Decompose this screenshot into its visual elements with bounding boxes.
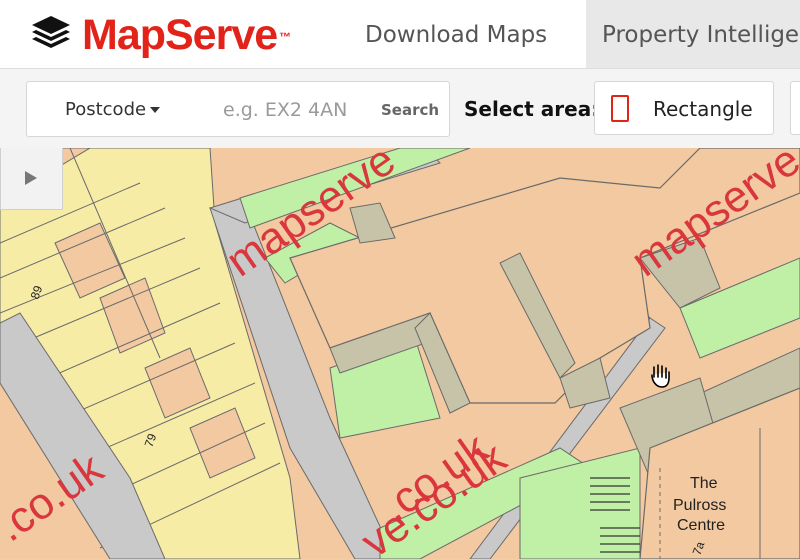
- nav-download-maps[interactable]: Download Maps: [365, 0, 547, 68]
- next-area-tool-button[interactable]: [790, 81, 800, 135]
- building-label-pulross: Pulross: [673, 497, 726, 514]
- select-area-label: Select area:: [464, 97, 600, 121]
- brand-name: MapServe: [82, 10, 278, 59]
- rectangle-tool-button[interactable]: Rectangle: [594, 81, 774, 135]
- map-toolbar: Postcode Search Select area: Rectangle: [0, 68, 800, 148]
- caret-down-icon: [150, 107, 161, 113]
- search-button[interactable]: Search: [377, 94, 443, 126]
- building-label-the: The: [690, 475, 718, 492]
- header: MapServe ™ Download Maps Property Intell…: [0, 0, 800, 68]
- search-type-label: Postcode: [65, 99, 147, 120]
- map-canvas[interactable]: 89 79 The Pulross Centre 7a mapserve map…: [0, 148, 800, 559]
- stacked-layers-icon: [32, 16, 70, 48]
- postcode-input[interactable]: [217, 90, 367, 130]
- nav-property-intelligence[interactable]: Property Intellige: [586, 0, 800, 68]
- expand-panel-icon: [25, 171, 37, 185]
- search-type-dropdown[interactable]: Postcode: [65, 82, 161, 138]
- brand-logo[interactable]: MapServe ™: [28, 10, 291, 60]
- search-box: Postcode Search: [26, 81, 450, 137]
- expand-panel-button[interactable]: [0, 148, 63, 210]
- map-view[interactable]: 89 79 The Pulross Centre 7a mapserve map…: [0, 148, 800, 559]
- brand-trademark: ™: [279, 30, 292, 44]
- building-label-centre: Centre: [677, 517, 725, 534]
- rectangle-tool-label: Rectangle: [653, 97, 753, 121]
- rectangle-icon: [611, 95, 629, 122]
